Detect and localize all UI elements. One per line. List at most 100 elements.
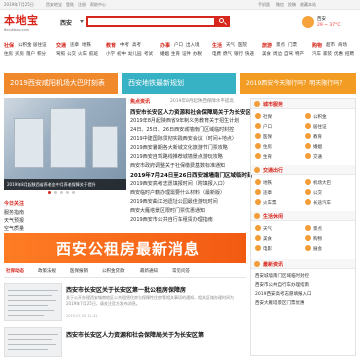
nav-item[interactable]: 电费 bbox=[212, 51, 221, 57]
search-input[interactable] bbox=[88, 18, 198, 25]
news-item[interactable]: 西安市政府调整关于社保缴费基数标准通知 bbox=[130, 162, 262, 169]
news-item[interactable]: 西安临时户籍办理需要什么材料（最新版） bbox=[130, 189, 262, 196]
top-link-mobile[interactable]: 手机版 bbox=[258, 2, 270, 8]
nav-item[interactable]: 幼儿园 bbox=[128, 51, 142, 57]
sidebar-item[interactable]: 医保 bbox=[255, 133, 272, 140]
nav-item[interactable]: 公交 bbox=[67, 51, 76, 57]
sidebar-news-item[interactable]: 西安大雁塔景区门票优惠 bbox=[255, 300, 305, 306]
sidebar-news-item[interactable]: 西安市公共自行车办理指南 bbox=[255, 282, 309, 288]
nav-item[interactable]: 办税 bbox=[193, 51, 202, 57]
nav-item[interactable]: 居住证 bbox=[33, 42, 47, 48]
sidebar-item[interactable]: 景点 bbox=[305, 225, 322, 232]
news-item[interactable]: 2019中建国际贯彻实践西安会议（时间+地点） bbox=[130, 135, 262, 142]
nav-item[interactable]: 燃气 bbox=[223, 51, 232, 57]
nav-item[interactable]: 优惠 bbox=[334, 51, 343, 57]
sidebar-item[interactable]: 天气 bbox=[255, 225, 272, 232]
sidebar-item[interactable]: 美食 bbox=[255, 235, 272, 242]
nav-item[interactable]: 出入境 bbox=[186, 42, 200, 48]
sidebar-item[interactable]: 户口 bbox=[255, 123, 272, 130]
nav-group-head[interactable]: 社保 bbox=[4, 42, 14, 49]
sidebar-item[interactable]: 交通 bbox=[305, 153, 322, 160]
sidebar-item[interactable]: 展会 bbox=[305, 245, 322, 252]
tab-fund[interactable]: 公积金贷款 bbox=[102, 268, 125, 274]
sidebar-item[interactable]: 教育 bbox=[305, 133, 322, 140]
slider-dot[interactable] bbox=[60, 191, 63, 194]
nav-item[interactable]: 婚姻 bbox=[160, 51, 169, 57]
sidebar-news-item[interactable]: 西安城墙南门区域临时封控 bbox=[255, 273, 309, 279]
top-link-wechat[interactable]: 微信 bbox=[276, 2, 284, 8]
article-title[interactable]: 西安市长安区人力资源和社会保障局关于为长安区第 bbox=[66, 330, 204, 339]
sidebar-item[interactable]: 违章 bbox=[255, 189, 272, 196]
search-button[interactable] bbox=[216, 16, 230, 27]
slider-dot[interactable] bbox=[72, 191, 75, 194]
nav-item[interactable]: 火车 bbox=[78, 51, 87, 57]
tab-medical[interactable]: 医保报销 bbox=[70, 268, 88, 274]
public-housing-banner[interactable]: 西安公租房最新消息 bbox=[4, 233, 246, 263]
nav-item[interactable]: 户口 bbox=[174, 42, 183, 48]
tab-policy[interactable]: 政策法规 bbox=[38, 268, 56, 274]
nav-item[interactable]: 公积金 bbox=[18, 42, 32, 48]
news-item[interactable]: 2019年8月起陕西省9年制义务教育关于招生计划 bbox=[130, 117, 262, 124]
sidebar-item[interactable]: 购物 bbox=[305, 235, 322, 242]
sidebar-item[interactable]: 社保 bbox=[255, 113, 272, 120]
news-item[interactable]: 2019西安市公共自行车租赁办理指南 bbox=[130, 216, 262, 223]
top-link-home[interactable]: 西安地宝 bbox=[46, 2, 62, 8]
banner-metro[interactable]: 西安地铁最新规划 bbox=[122, 73, 236, 94]
nav-item[interactable]: 高考 bbox=[132, 42, 141, 48]
tab-notice[interactable]: 最新通知 bbox=[140, 268, 158, 274]
nav-group-head[interactable]: 购物 bbox=[312, 42, 322, 49]
nav-group-head[interactable]: 旅游 bbox=[262, 42, 272, 49]
nav-item[interactable]: 考试 bbox=[144, 51, 153, 57]
nav-item[interactable]: 周边 bbox=[273, 51, 282, 57]
nav-item[interactable]: 积分 bbox=[37, 51, 46, 57]
sidebar-item[interactable]: 公交 bbox=[305, 189, 322, 196]
nav-group-head[interactable]: 教育 bbox=[106, 42, 116, 49]
nav-item[interactable]: 中考 bbox=[120, 42, 129, 48]
nav-group-head[interactable]: 生活 bbox=[212, 42, 222, 49]
nav-item[interactable]: 超市 bbox=[326, 42, 335, 48]
top-link-submit[interactable]: 投稿 bbox=[288, 2, 296, 8]
nav-item[interactable]: 天气 bbox=[226, 42, 235, 48]
nav-item[interactable]: 招聘 bbox=[345, 51, 354, 57]
top-link-register[interactable]: 注册 bbox=[78, 2, 86, 8]
slider-dot[interactable] bbox=[66, 191, 69, 194]
nav-group-head[interactable]: 办事 bbox=[160, 42, 170, 49]
top-link-favorite[interactable]: 收藏本站 bbox=[300, 2, 316, 8]
sidebar-item[interactable]: 生育 bbox=[255, 153, 272, 160]
banner-traffic-limit[interactable]: 2019西安今天限行吗？明天限行吗？ bbox=[240, 73, 356, 94]
today-focus-item[interactable]: 天气预报 bbox=[4, 217, 24, 224]
news-item[interactable]: 2019西安曲江池遗址公园最佳游玩时间 bbox=[130, 198, 262, 205]
nav-item[interactable]: 证件 bbox=[182, 51, 191, 57]
today-focus-item[interactable]: 空气质量 bbox=[4, 225, 24, 232]
slider-dot[interactable] bbox=[54, 191, 57, 194]
nav-item[interactable]: 快递 bbox=[245, 51, 254, 57]
news-item[interactable]: 2019年7月24日至26日西安城墙南门区域临时封 bbox=[130, 171, 262, 179]
news-sub[interactable]: 2019年8月起陕西保障水平提高 bbox=[170, 98, 248, 104]
nav-item[interactable]: 特产 bbox=[295, 51, 304, 57]
news-item[interactable]: 2019西安自驾路线推荐城墙景点游玩攻略 bbox=[130, 153, 262, 160]
nav-item[interactable]: 住房 bbox=[4, 51, 13, 57]
nav-item[interactable]: 地铁 bbox=[82, 42, 91, 48]
sidebar-item[interactable]: 机场大巴 bbox=[305, 179, 331, 186]
nav-item[interactable]: 银行 bbox=[234, 51, 243, 57]
tab-faq[interactable]: 常见问答 bbox=[172, 268, 190, 274]
tab-social[interactable]: 社保动态 bbox=[6, 268, 24, 274]
article-thumbnail[interactable] bbox=[4, 283, 62, 321]
nav-item[interactable]: 落户 bbox=[26, 51, 35, 57]
sidebar-item[interactable]: 公积金 bbox=[305, 113, 327, 120]
slider-dot[interactable] bbox=[48, 191, 51, 194]
nav-item[interactable]: 初中 bbox=[117, 51, 126, 57]
sidebar-item[interactable]: 住房 bbox=[255, 143, 272, 150]
sidebar-news-item[interactable]: 2019西安高考志愿填报入口 bbox=[255, 291, 311, 297]
news-item[interactable]: 24日、25日、26日西安城墙南门区域临时封控 bbox=[130, 126, 262, 133]
sidebar-item[interactable]: 地铁 bbox=[255, 179, 272, 186]
nav-group-head[interactable]: 交通 bbox=[56, 42, 66, 49]
city-selector[interactable]: 西安 bbox=[60, 18, 72, 27]
top-link-login[interactable]: 登陆 bbox=[66, 2, 74, 8]
article-thumbnail[interactable] bbox=[4, 327, 62, 357]
sidebar-item[interactable]: 婚姻 bbox=[305, 143, 322, 150]
top-link-help[interactable]: 帮助中心 bbox=[90, 2, 106, 8]
nav-item[interactable]: 医院 bbox=[238, 42, 247, 48]
nav-item[interactable]: 汽车 bbox=[312, 51, 321, 57]
nav-item[interactable]: 自驾 bbox=[284, 51, 293, 57]
